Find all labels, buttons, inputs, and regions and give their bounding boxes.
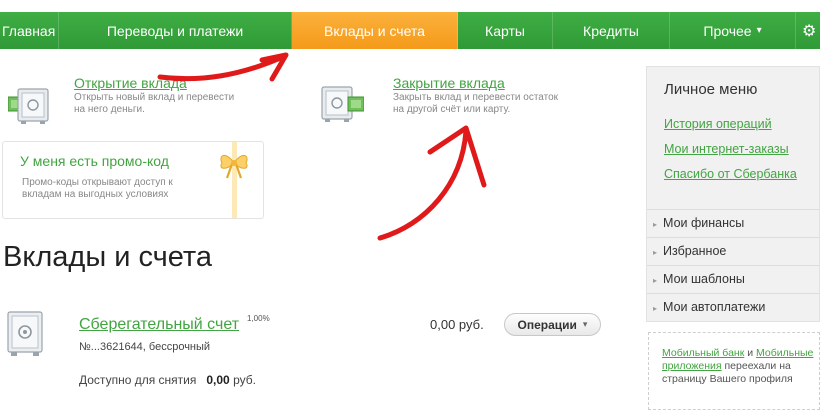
promo-code-description: Промо-коды открывают доступ к вкладам на…: [22, 177, 173, 200]
mobile-bank-notice: Мобильный банк и Мобильные приложения пе…: [648, 332, 820, 410]
nav-transfers[interactable]: Переводы и платежи: [59, 12, 292, 49]
available-currency: руб.: [233, 373, 256, 387]
main-nav: Главная Переводы и платежи Вклады и счет…: [0, 12, 820, 49]
mobile-bank-notice-text: Мобильный банк и Мобильные приложения пе…: [662, 347, 817, 386]
menu-item-templates[interactable]: ▸ Мои шаблоны: [653, 272, 745, 286]
available-value: 0,00: [206, 373, 230, 387]
nav-home[interactable]: Главная: [0, 12, 59, 49]
account-name-link[interactable]: Сберегательный счет: [79, 316, 239, 334]
menu-divider: [647, 293, 819, 294]
personal-menu-title: Личное меню: [664, 81, 758, 98]
nav-more-label: Прочее: [703, 22, 752, 39]
operations-button[interactable]: Операции ▾: [504, 313, 601, 336]
menu-item-finances[interactable]: ▸ Мои финансы: [653, 216, 744, 230]
account-rate: 1,00%: [247, 314, 270, 323]
operations-label: Операции: [517, 317, 577, 332]
nav-deposits[interactable]: Вклады и счета: [292, 12, 458, 49]
red-arrow-to-close-deposit: [377, 128, 469, 241]
menu-item-autopayments-label: Мои автоплатежи: [663, 300, 766, 314]
nav-transfers-label: Переводы и платежи: [106, 22, 244, 39]
triangle-right-icon: ▸: [653, 276, 658, 285]
safe-closing-icon: [321, 86, 364, 122]
nav-credits[interactable]: Кредиты: [553, 12, 670, 49]
chevron-down-icon: ▾: [582, 319, 588, 329]
menu-item-finances-label: Мои финансы: [663, 216, 745, 230]
red-arrow-to-close-deposit-head: [427, 125, 487, 188]
triangle-right-icon: ▸: [653, 304, 658, 313]
close-deposit-link[interactable]: Закрытие вклада: [393, 75, 505, 91]
bow-icon: [220, 155, 248, 179]
promo-code-card[interactable]: У меня есть промо-код Промо-коды открыва…: [2, 141, 264, 219]
menu-item-favorites[interactable]: ▸ Избранное: [653, 244, 726, 258]
chevron-down-icon: ▾: [756, 25, 762, 36]
promo-code-title[interactable]: У меня есть промо-код: [20, 153, 169, 169]
mobile-bank-link[interactable]: Мобильный банк: [662, 347, 744, 359]
nav-cards-label: Карты: [485, 22, 525, 39]
triangle-right-icon: ▸: [653, 248, 658, 257]
settings-button[interactable]: ⚙: [796, 12, 820, 49]
menu-divider: [647, 265, 819, 266]
red-arrow-to-deposits-tab-head: [259, 52, 289, 82]
link-operation-history[interactable]: История операций: [664, 117, 772, 131]
menu-divider: [647, 237, 819, 238]
nav-more[interactable]: Прочее ▾: [670, 12, 796, 49]
page-title: Вклады и счета: [3, 241, 213, 273]
open-deposit-link[interactable]: Открытие вклада: [74, 75, 187, 91]
nav-deposits-label: Вклады и счета: [324, 22, 425, 39]
open-deposit-description: Открыть новый вклад и перевести на него …: [74, 92, 235, 115]
menu-item-templates-label: Мои шаблоны: [663, 272, 745, 286]
account-available: Доступно для снятия 0,00 руб.: [79, 373, 256, 387]
nav-credits-label: Кредиты: [583, 22, 639, 39]
account-balance: 0,00 руб.: [430, 317, 484, 332]
link-internet-orders[interactable]: Мои интернет-заказы: [664, 142, 789, 156]
triangle-right-icon: ▸: [653, 220, 658, 229]
menu-item-favorites-label: Избранное: [663, 244, 727, 258]
safe-icon: [7, 311, 43, 356]
gear-icon: ⚙: [802, 22, 817, 40]
menu-item-autopayments[interactable]: ▸ Мои автоплатежи: [653, 300, 765, 314]
nav-home-label: Главная: [2, 22, 56, 39]
nav-cards[interactable]: Карты: [458, 12, 553, 49]
available-label: Доступно для снятия: [79, 373, 197, 387]
notice-and: и: [744, 347, 757, 359]
account-number: №...3621644, бессрочный: [79, 341, 211, 353]
close-deposit-description: Закрыть вклад и перевести остаток на дру…: [393, 92, 559, 115]
safe-with-money-icon: [8, 88, 49, 124]
menu-divider: [647, 209, 819, 210]
link-spasibo[interactable]: Спасибо от Сбербанка: [664, 167, 797, 181]
personal-menu: Личное меню История операций Мои интерне…: [646, 66, 820, 322]
